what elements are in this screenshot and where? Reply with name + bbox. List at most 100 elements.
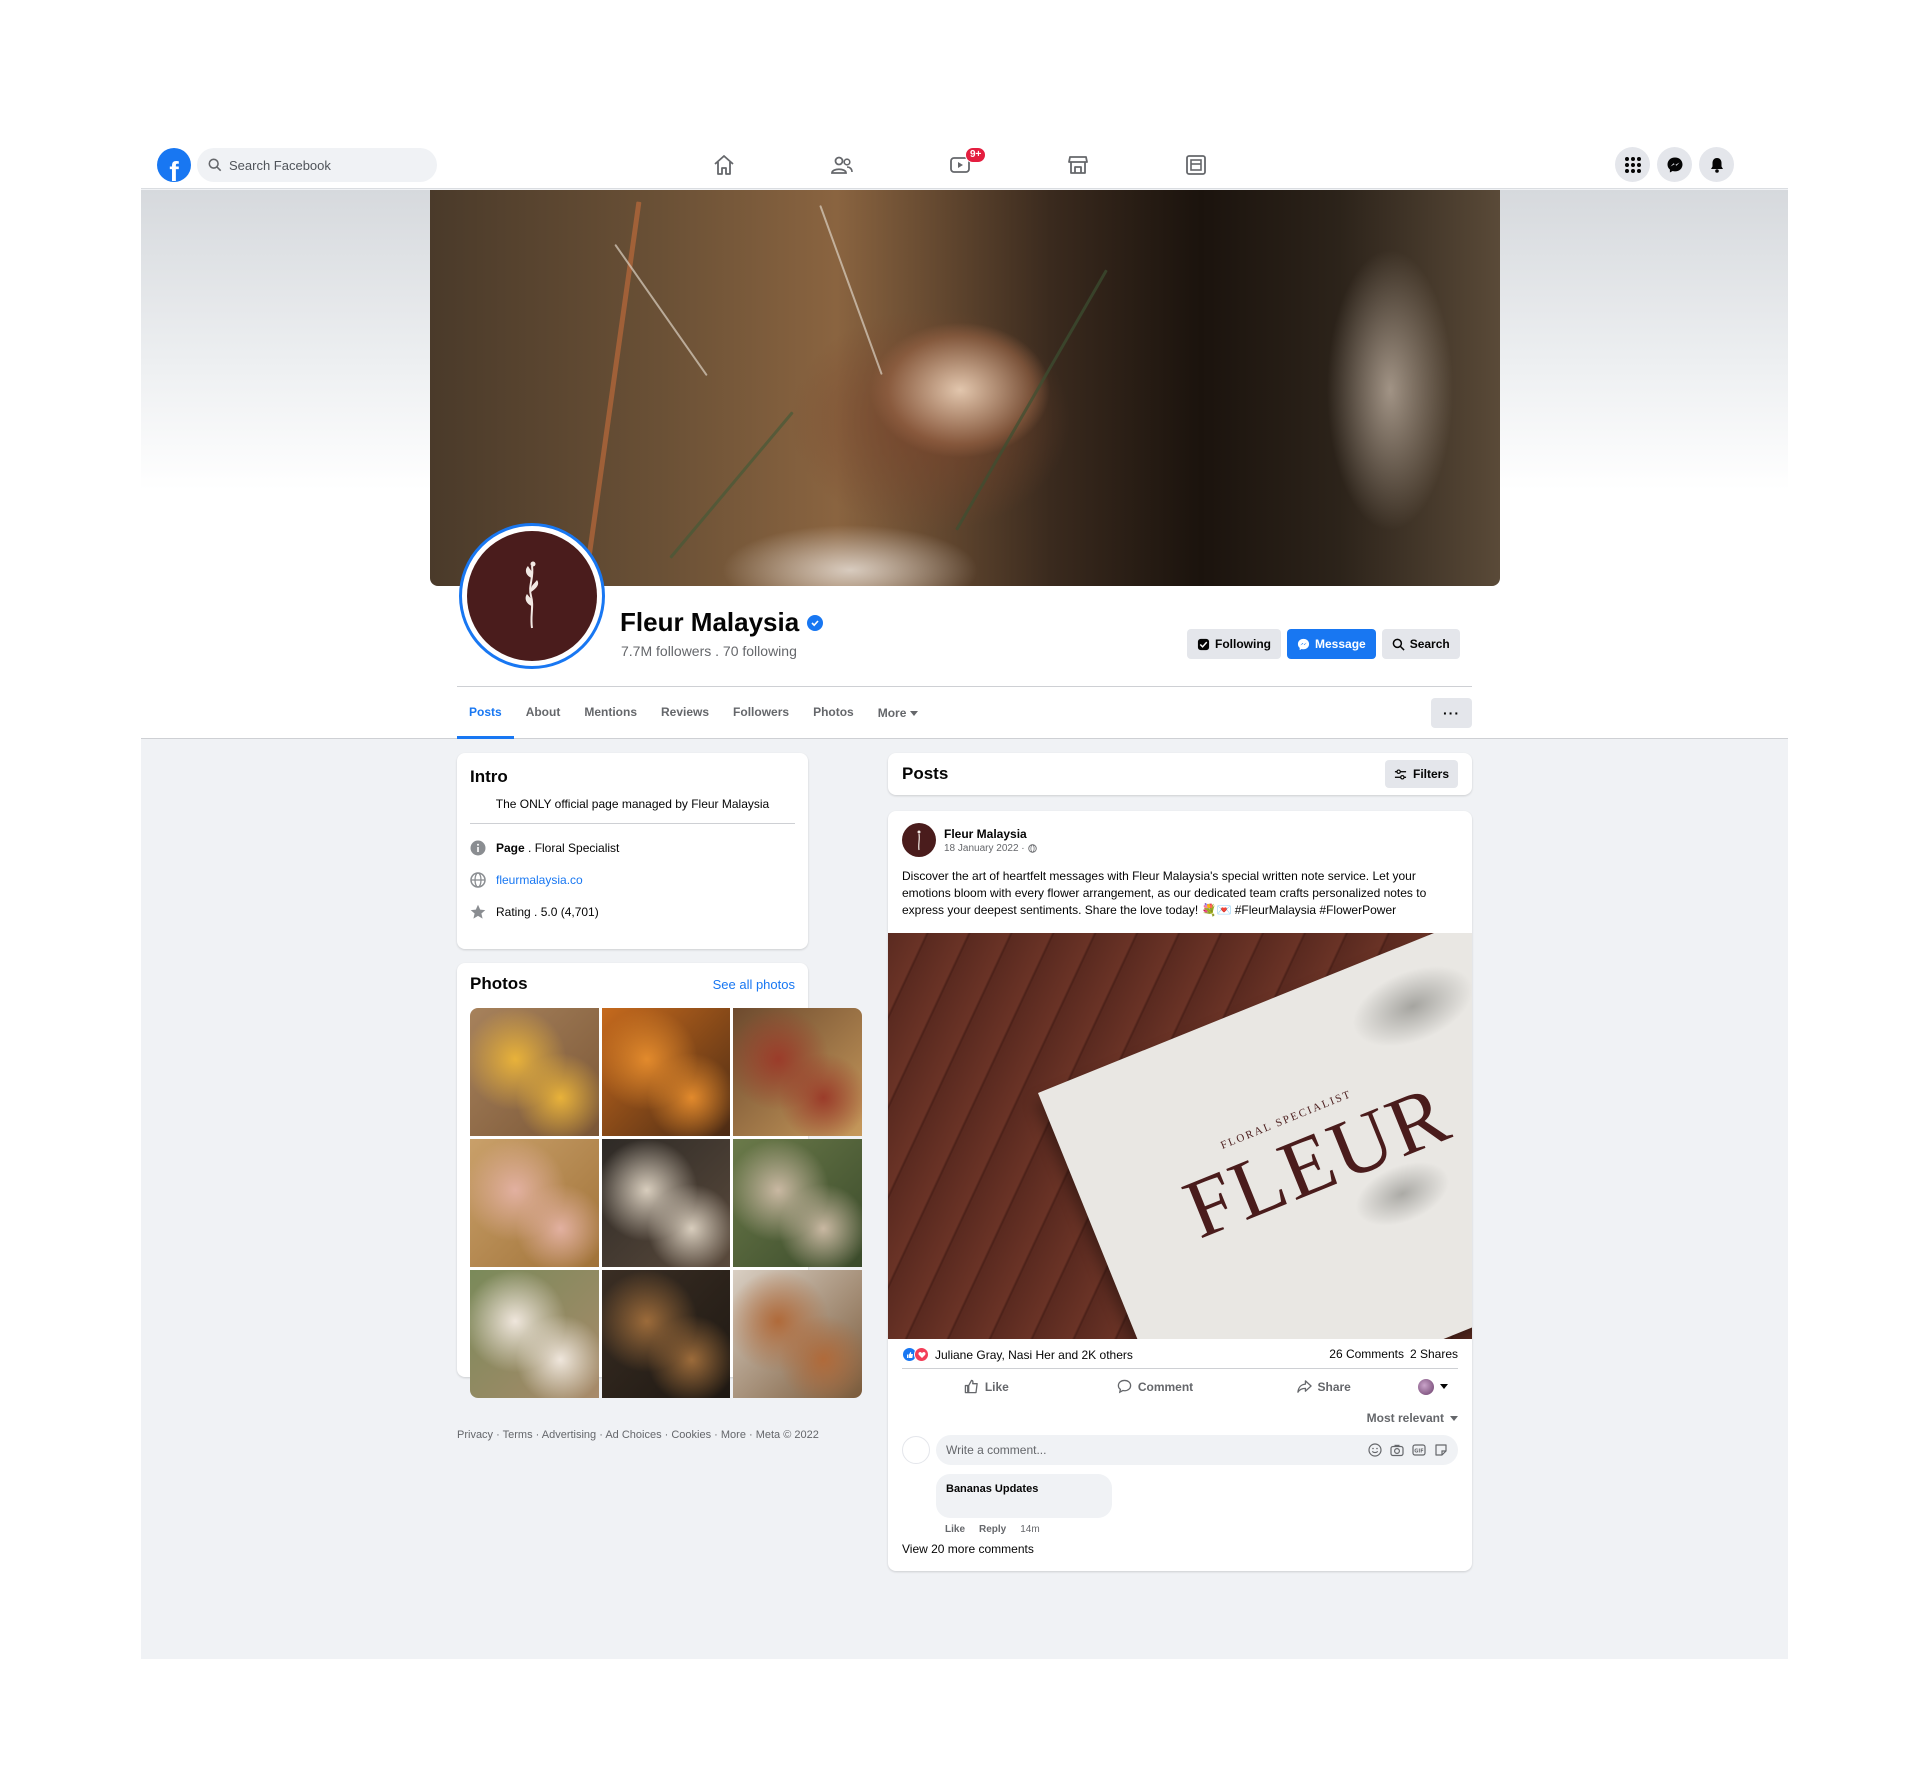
intro-category-row: Page . Floral Specialist bbox=[470, 840, 795, 856]
photo-thumbnail[interactable] bbox=[470, 1139, 599, 1267]
star-icon bbox=[470, 904, 486, 919]
chevron-down-icon bbox=[910, 710, 919, 716]
photos-title: Photos bbox=[470, 974, 528, 993]
tab-about[interactable]: About bbox=[514, 687, 573, 739]
page-actions: Following Message Search bbox=[1187, 629, 1460, 659]
see-all-photos-link[interactable]: See all photos bbox=[713, 977, 795, 992]
fleur-flower-logo-icon bbox=[525, 561, 539, 629]
comment-sort-dropdown[interactable]: Most relevant bbox=[1367, 1411, 1458, 1425]
photo-thumbnail[interactable] bbox=[470, 1008, 599, 1136]
tab-mentions[interactable]: Mentions bbox=[572, 687, 649, 739]
thumbs-up-icon bbox=[964, 1379, 978, 1394]
photo-thumbnail[interactable] bbox=[733, 1270, 862, 1398]
comment-bubble: Bananas Updates bbox=[936, 1474, 1112, 1518]
message-label: Message bbox=[1315, 637, 1366, 651]
follower-count[interactable]: 7.7M followers . 70 following bbox=[621, 643, 797, 659]
comment-input-box[interactable]: GIF bbox=[936, 1435, 1458, 1465]
chevron-down-icon bbox=[1450, 1415, 1458, 1421]
rating-value: . 5.0 (4,701) bbox=[530, 905, 599, 919]
search-icon bbox=[1392, 638, 1405, 651]
nav-friends[interactable] bbox=[783, 141, 901, 189]
facebook-window: f 9+ bbox=[141, 141, 1788, 1659]
comment-actions: Like Reply 14m bbox=[945, 1524, 1040, 1535]
post-header: Fleur Malaysia 18 January 2022 · bbox=[902, 823, 1037, 857]
messenger-icon bbox=[1667, 157, 1682, 172]
comment-button[interactable]: Comment bbox=[1071, 1379, 1240, 1394]
tab-reviews[interactable]: Reviews bbox=[649, 687, 721, 739]
post-reactions-summary: Juliane Gray, Nasi Her and 2K others 26 … bbox=[902, 1347, 1458, 1362]
photo-thumbnail[interactable] bbox=[733, 1008, 862, 1136]
photo-thumbnail[interactable] bbox=[601, 1008, 731, 1136]
cover-photo[interactable] bbox=[430, 190, 1500, 586]
grid-menu-icon bbox=[1624, 156, 1641, 173]
photo-thumbnail[interactable] bbox=[733, 1139, 862, 1267]
tab-posts[interactable]: Posts bbox=[457, 687, 514, 739]
page-name-text: Fleur Malaysia bbox=[620, 607, 800, 637]
post-author-name[interactable]: Fleur Malaysia bbox=[944, 827, 1037, 841]
reactions-names[interactable]: Juliane Gray, Nasi Her and 2K others bbox=[935, 1348, 1133, 1362]
photo-thumbnail[interactable] bbox=[601, 1270, 731, 1398]
page-label: Page bbox=[496, 841, 525, 855]
search-input[interactable] bbox=[229, 157, 429, 173]
camera-icon[interactable] bbox=[1390, 1443, 1404, 1457]
message-button[interactable]: Message bbox=[1287, 629, 1376, 659]
page-search-button[interactable]: Search bbox=[1381, 629, 1460, 659]
comment-reply-link[interactable]: Reply bbox=[979, 1524, 1006, 1535]
more-options-button[interactable]: ··· bbox=[1431, 698, 1472, 728]
following-label: Following bbox=[1215, 637, 1271, 651]
groups-icon bbox=[1186, 155, 1206, 175]
following-button[interactable]: Following bbox=[1187, 629, 1281, 659]
share-button[interactable]: Share bbox=[1239, 1379, 1408, 1394]
website-link[interactable]: fleurmalaysia.co bbox=[496, 873, 583, 887]
friends-icon bbox=[831, 156, 853, 174]
intro-title: Intro bbox=[470, 767, 508, 786]
globe-icon bbox=[470, 872, 486, 888]
filters-button[interactable]: Filters bbox=[1384, 760, 1458, 788]
post-body-text: Discover the art of heartfelt messages w… bbox=[902, 869, 1427, 917]
like-button[interactable]: Like bbox=[902, 1379, 1071, 1394]
post-image[interactable]: FLORAL SPECIALIST FLEUR bbox=[888, 933, 1472, 1339]
comment-label: Comment bbox=[1137, 1379, 1194, 1394]
tab-followers[interactable]: Followers bbox=[721, 687, 801, 739]
page-profile-picture[interactable] bbox=[459, 523, 605, 669]
intro-description: The ONLY official page managed by Fleur … bbox=[470, 797, 795, 824]
emoji-icon[interactable] bbox=[1368, 1443, 1382, 1457]
shares-count[interactable]: 2 Shares bbox=[1410, 1347, 1458, 1362]
fleur-card-mockup: FLORAL SPECIALIST FLEUR bbox=[1038, 933, 1472, 1339]
notifications-button[interactable] bbox=[1699, 147, 1734, 182]
page-title: Fleur Malaysia bbox=[620, 607, 824, 638]
facebook-logo-letter: f bbox=[169, 156, 179, 182]
nav-watch[interactable]: 9+ bbox=[901, 141, 1019, 189]
filters-label: Filters bbox=[1412, 767, 1449, 781]
tab-more[interactable]: More bbox=[866, 687, 931, 739]
photo-thumbnail[interactable] bbox=[601, 1139, 731, 1267]
main-nav-tabs: 9+ bbox=[665, 141, 1255, 189]
nav-groups[interactable] bbox=[1137, 141, 1255, 189]
comment-author[interactable]: Bananas Updates bbox=[946, 1483, 1038, 1495]
comment-input[interactable] bbox=[946, 1443, 1326, 1457]
sticker-icon[interactable] bbox=[1434, 1443, 1448, 1457]
facebook-logo[interactable]: f bbox=[157, 148, 191, 182]
comments-count[interactable]: 26 Comments bbox=[1329, 1347, 1404, 1362]
photos-card: Photos See all photos bbox=[457, 963, 862, 1398]
nav-home[interactable] bbox=[665, 141, 783, 189]
footer-links[interactable]: Privacy · Terms · Advertising · Ad Choic… bbox=[457, 1429, 819, 1441]
comment-like-link[interactable]: Like bbox=[945, 1524, 965, 1535]
photo-thumbnail[interactable] bbox=[470, 1270, 599, 1398]
rating-label: Rating bbox=[496, 905, 531, 919]
search-bar[interactable] bbox=[197, 148, 437, 182]
gif-icon[interactable]: GIF bbox=[1412, 1443, 1426, 1457]
post-author-avatar[interactable] bbox=[902, 823, 936, 857]
messenger-button[interactable] bbox=[1657, 147, 1692, 182]
menu-button[interactable] bbox=[1615, 147, 1650, 182]
nav-marketplace[interactable] bbox=[1019, 141, 1137, 189]
share-label: Share bbox=[1317, 1379, 1351, 1394]
post-action-bar: Like Comment Share bbox=[902, 1368, 1458, 1404]
view-more-comments-link[interactable]: View 20 more comments bbox=[902, 1542, 1034, 1556]
post-timestamp[interactable]: 18 January 2022 · bbox=[944, 843, 1037, 854]
current-user-avatar bbox=[902, 1436, 930, 1464]
reaction-icons[interactable] bbox=[902, 1347, 929, 1362]
tab-photos[interactable]: Photos bbox=[801, 687, 866, 739]
watch-notification-badge: 9+ bbox=[965, 147, 987, 163]
reaction-audience-selector[interactable] bbox=[1408, 1378, 1458, 1395]
